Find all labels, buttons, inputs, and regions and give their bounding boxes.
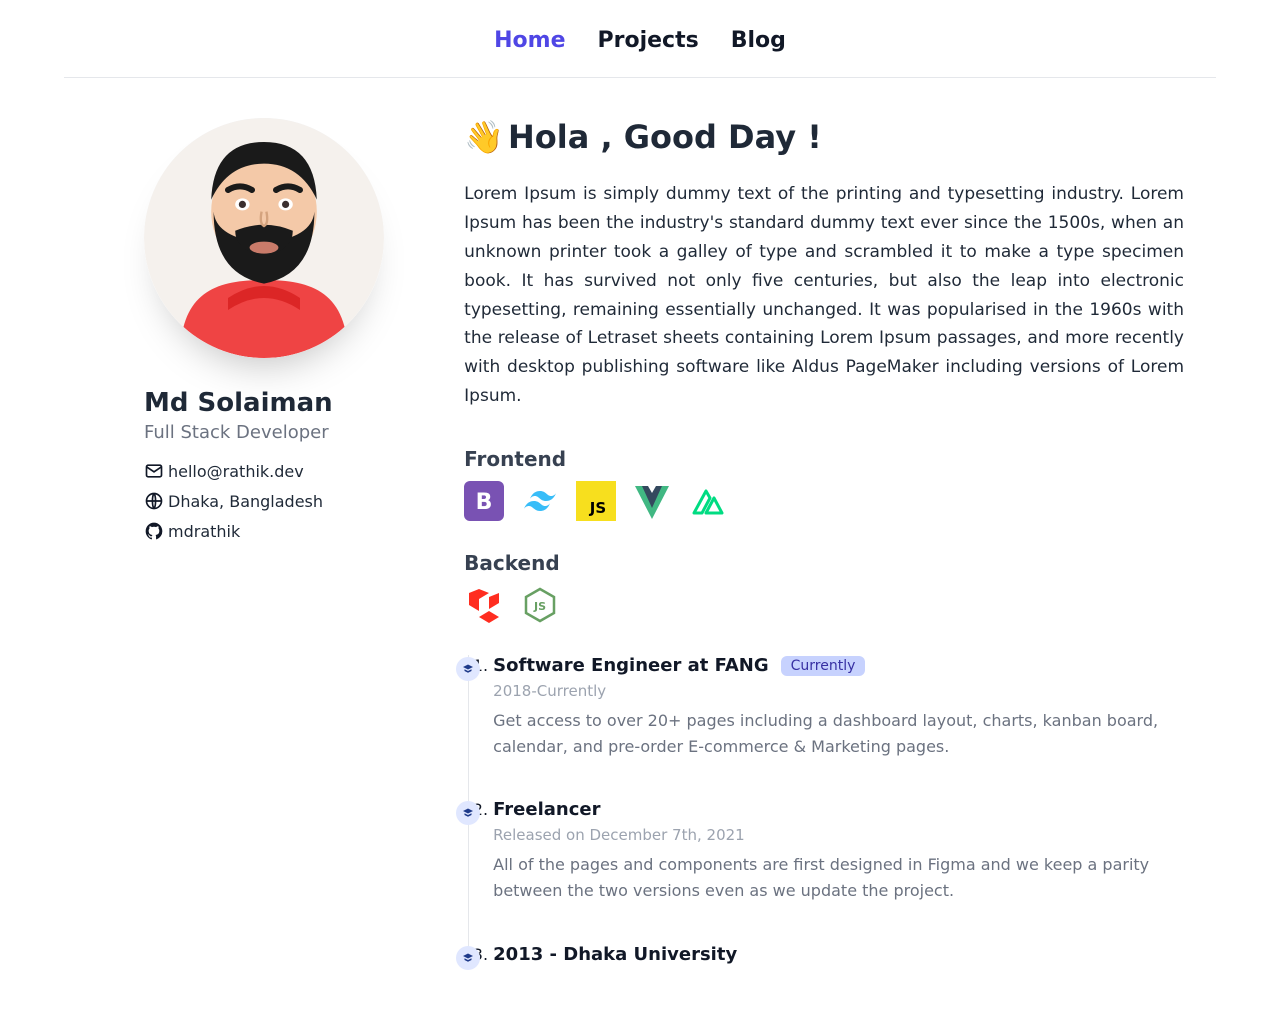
profile-location: Dhaka, Bangladesh (144, 491, 444, 511)
vue-icon (632, 481, 672, 521)
headline-text: Hola , Good Day ! (508, 118, 822, 156)
intro-text: Lorem Ipsum is simply dummy text of the … (464, 180, 1184, 411)
profile-github[interactable]: mdrathik (144, 521, 444, 541)
timeline-dot (456, 946, 480, 970)
main-content: 👋 Hola , Good Day ! Lorem Ipsum is simpl… (464, 118, 1216, 971)
backend-icons: JS (464, 585, 1184, 625)
timeline-date: 2018-Currently (493, 682, 1184, 700)
status-badge: Currently (781, 656, 866, 676)
nav-home[interactable]: Home (494, 28, 565, 53)
sidebar: Md Solaiman Full Stack Developer hello@r… (64, 118, 444, 971)
nav-blog[interactable]: Blog (731, 28, 786, 53)
top-nav: Home Projects Blog (64, 0, 1216, 78)
profile-name: Md Solaiman (144, 388, 444, 418)
timeline-title: Freelancer (493, 799, 600, 820)
profile-email: hello@rathik.dev (144, 461, 444, 481)
github-icon (144, 521, 164, 541)
wave-emoji: 👋 (464, 118, 504, 156)
avatar (144, 118, 384, 358)
graduation-cap-icon (462, 952, 474, 964)
backend-heading: Backend (464, 551, 1184, 575)
profile-location-text: Dhaka, Bangladesh (168, 492, 323, 511)
nodejs-icon: JS (520, 585, 560, 625)
timeline-dot (456, 801, 480, 825)
svg-text:JS: JS (533, 600, 546, 613)
timeline-dot (456, 657, 480, 681)
timeline-date: Released on December 7th, 2021 (493, 826, 1184, 844)
javascript-icon: JS (576, 481, 616, 521)
profile-email-text: hello@rathik.dev (168, 462, 304, 481)
timeline: Software Engineer at FANG Currently 2018… (468, 655, 1184, 964)
svg-text:JS: JS (589, 499, 606, 517)
timeline-desc: Get access to over 20+ pages including a… (493, 708, 1184, 759)
frontend-icons: B JS (464, 481, 1184, 521)
tailwind-icon (520, 481, 560, 521)
timeline-item: Freelancer Released on December 7th, 202… (493, 799, 1184, 943)
frontend-heading: Frontend (464, 447, 1184, 471)
globe-icon (144, 491, 164, 511)
graduation-cap-icon (462, 807, 474, 819)
timeline-desc: All of the pages and components are firs… (493, 852, 1184, 903)
graduation-cap-icon (462, 663, 474, 675)
headline: 👋 Hola , Good Day ! (464, 118, 1184, 156)
profile-role: Full Stack Developer (144, 422, 444, 443)
timeline-item: 2013 - Dhaka University (493, 944, 1184, 965)
bootstrap-icon: B (464, 481, 504, 521)
svg-text:B: B (476, 490, 493, 515)
profile-github-text: mdrathik (168, 522, 240, 541)
timeline-item: Software Engineer at FANG Currently 2018… (493, 655, 1184, 799)
nuxt-icon (688, 481, 728, 521)
timeline-title: Software Engineer at FANG (493, 655, 768, 676)
laravel-icon (464, 585, 504, 625)
mail-icon (144, 461, 164, 481)
nav-projects[interactable]: Projects (598, 28, 699, 53)
timeline-title: 2013 - Dhaka University (493, 944, 737, 965)
